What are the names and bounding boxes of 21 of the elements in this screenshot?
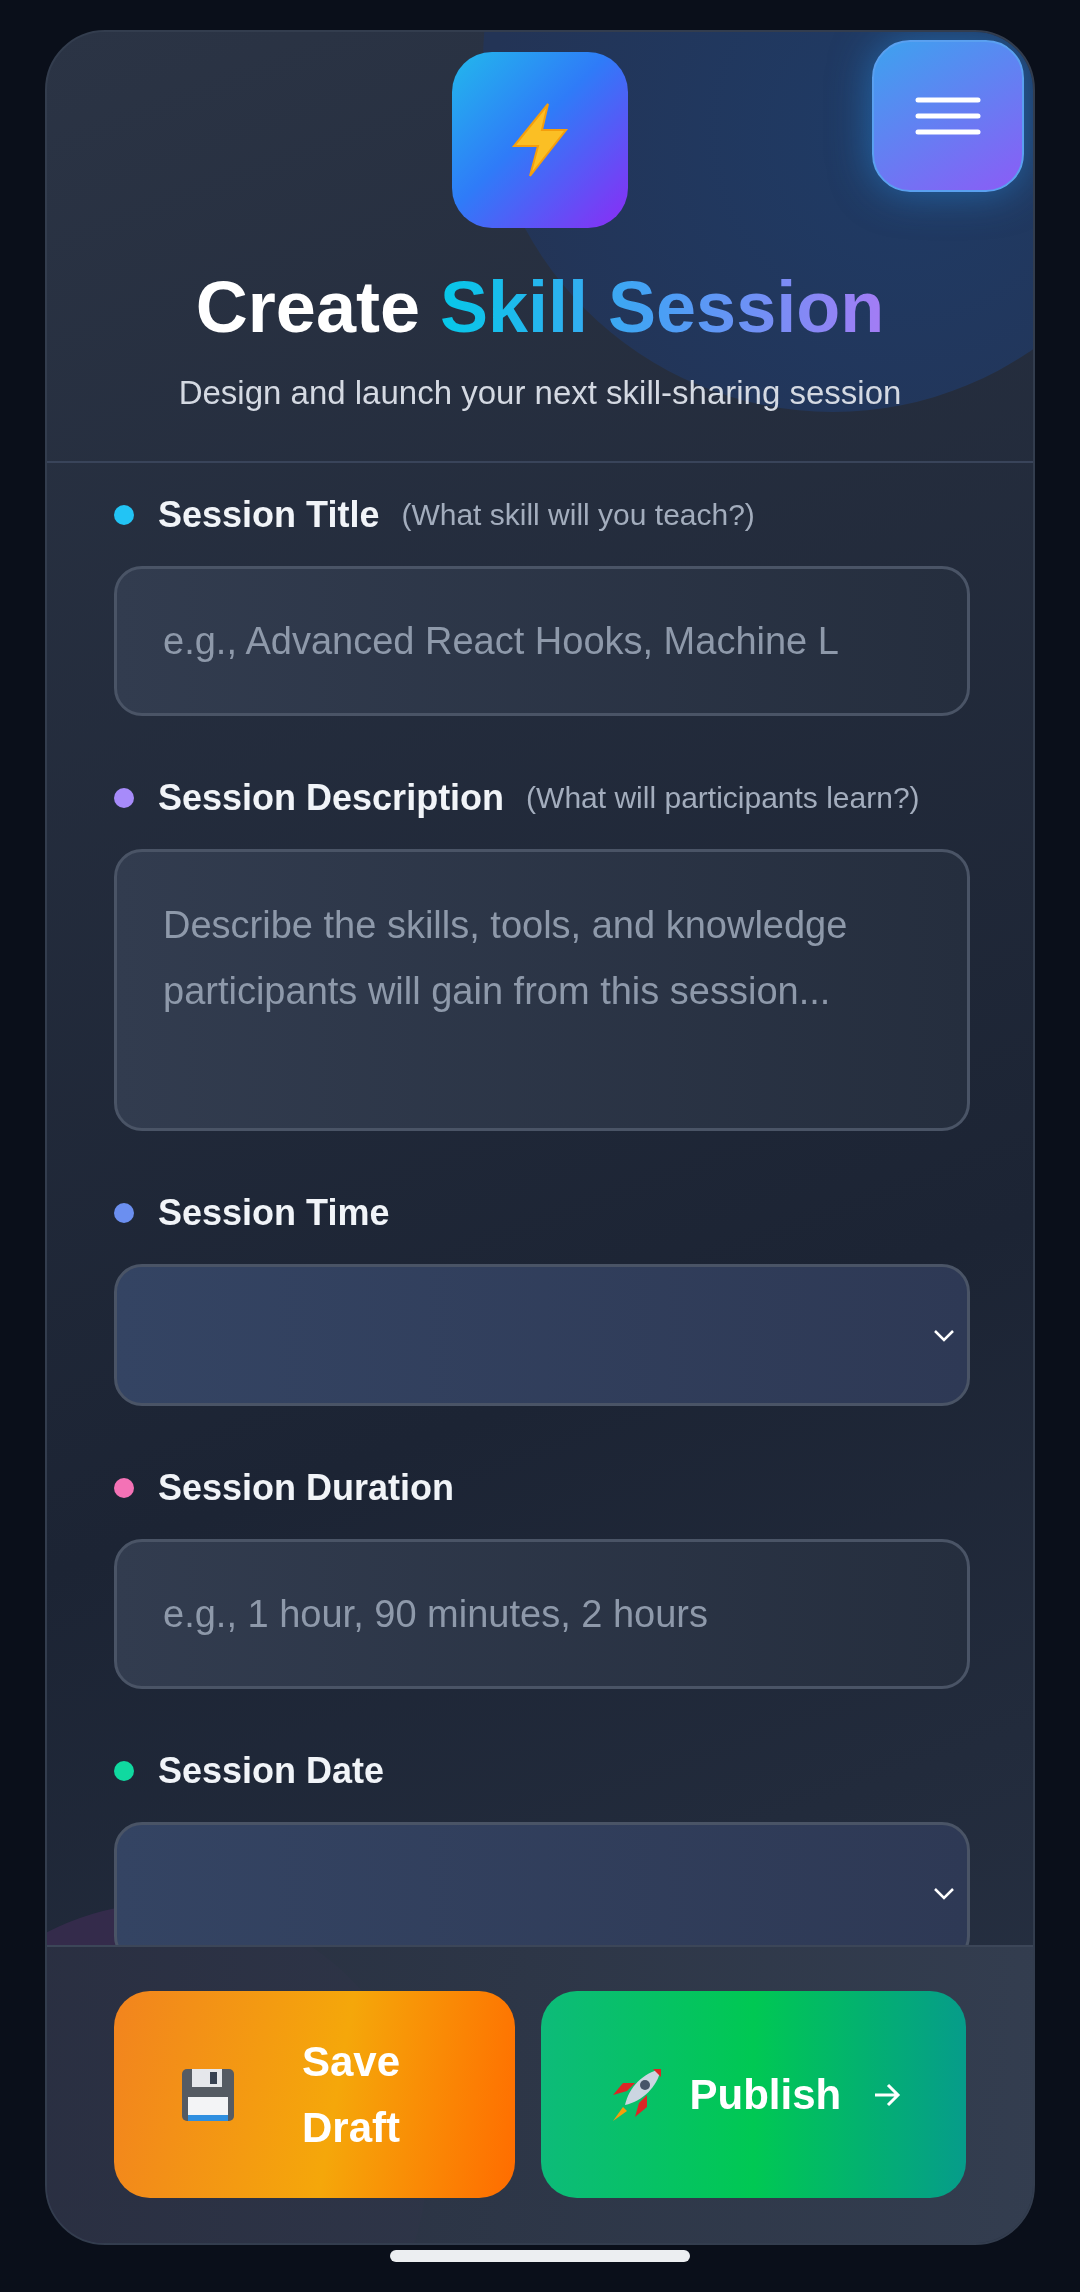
lightning-icon	[510, 102, 570, 178]
field-label: Session Date	[158, 1750, 385, 1792]
label-hint: (What will participants learn?)	[526, 781, 920, 815]
field-label: Session Description	[158, 777, 505, 819]
select-field[interactable]	[114, 1264, 970, 1406]
input-field[interactable]: e.g., Advanced React Hooks, Machine L	[114, 566, 970, 716]
field-label: Session Duration	[158, 1467, 455, 1509]
label-hint: (What skill will you teach?)	[401, 498, 755, 532]
menu-icon	[915, 97, 981, 135]
publish-button[interactable]: Publish	[540, 1991, 966, 2198]
menu-button[interactable]	[872, 40, 1024, 192]
input-field[interactable]: e.g., 1 hour, 90 minutes, 2 hours	[114, 1539, 970, 1689]
text-area[interactable]: Describe the skills, tools, and knowledge participants will gain from this session...	[114, 849, 970, 1131]
select-field[interactable]	[114, 1822, 970, 1945]
save-draft-button[interactable]: Save Draft	[114, 1991, 515, 2198]
chevron-icon	[933, 1886, 955, 1900]
chevron-icon	[933, 1328, 955, 1342]
field-label: Session Time	[158, 1192, 390, 1234]
field-label: Session Title	[158, 494, 380, 536]
page-subtitle: Design and launch your next skill-sharing session	[178, 374, 902, 412]
arrow-icon	[873, 2082, 902, 2107]
